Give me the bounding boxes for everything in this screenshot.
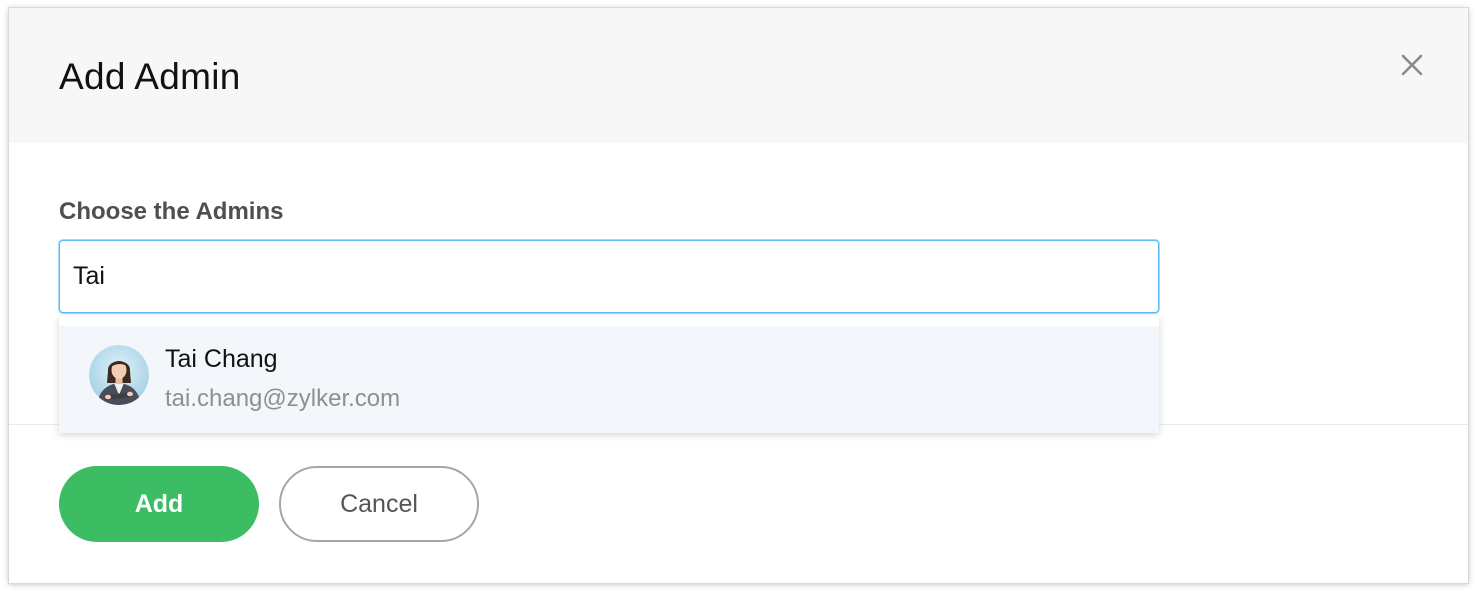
suggestion-name: Tai Chang bbox=[165, 345, 278, 373]
add-button[interactable]: Add bbox=[59, 466, 259, 542]
cancel-button[interactable]: Cancel bbox=[279, 466, 479, 542]
suggestion-item[interactable]: Tai Chang tai.chang@zylker.com bbox=[59, 326, 1159, 433]
close-button[interactable] bbox=[1397, 50, 1427, 80]
choose-admins-label: Choose the Admins bbox=[59, 198, 284, 225]
dialog-title: Add Admin bbox=[59, 56, 241, 97]
add-admin-dialog: Add Admin Choose the Admins Tai Tai Chan… bbox=[9, 8, 1468, 583]
admin-search-input[interactable] bbox=[59, 240, 1159, 313]
close-icon bbox=[1401, 54, 1423, 76]
suggestion-dropdown: Tai Chang tai.chang@zylker.com bbox=[59, 316, 1159, 433]
dialog-header: Add Admin bbox=[9, 8, 1468, 143]
user-avatar bbox=[89, 345, 149, 405]
suggestion-email: tai.chang@zylker.com bbox=[165, 385, 401, 412]
